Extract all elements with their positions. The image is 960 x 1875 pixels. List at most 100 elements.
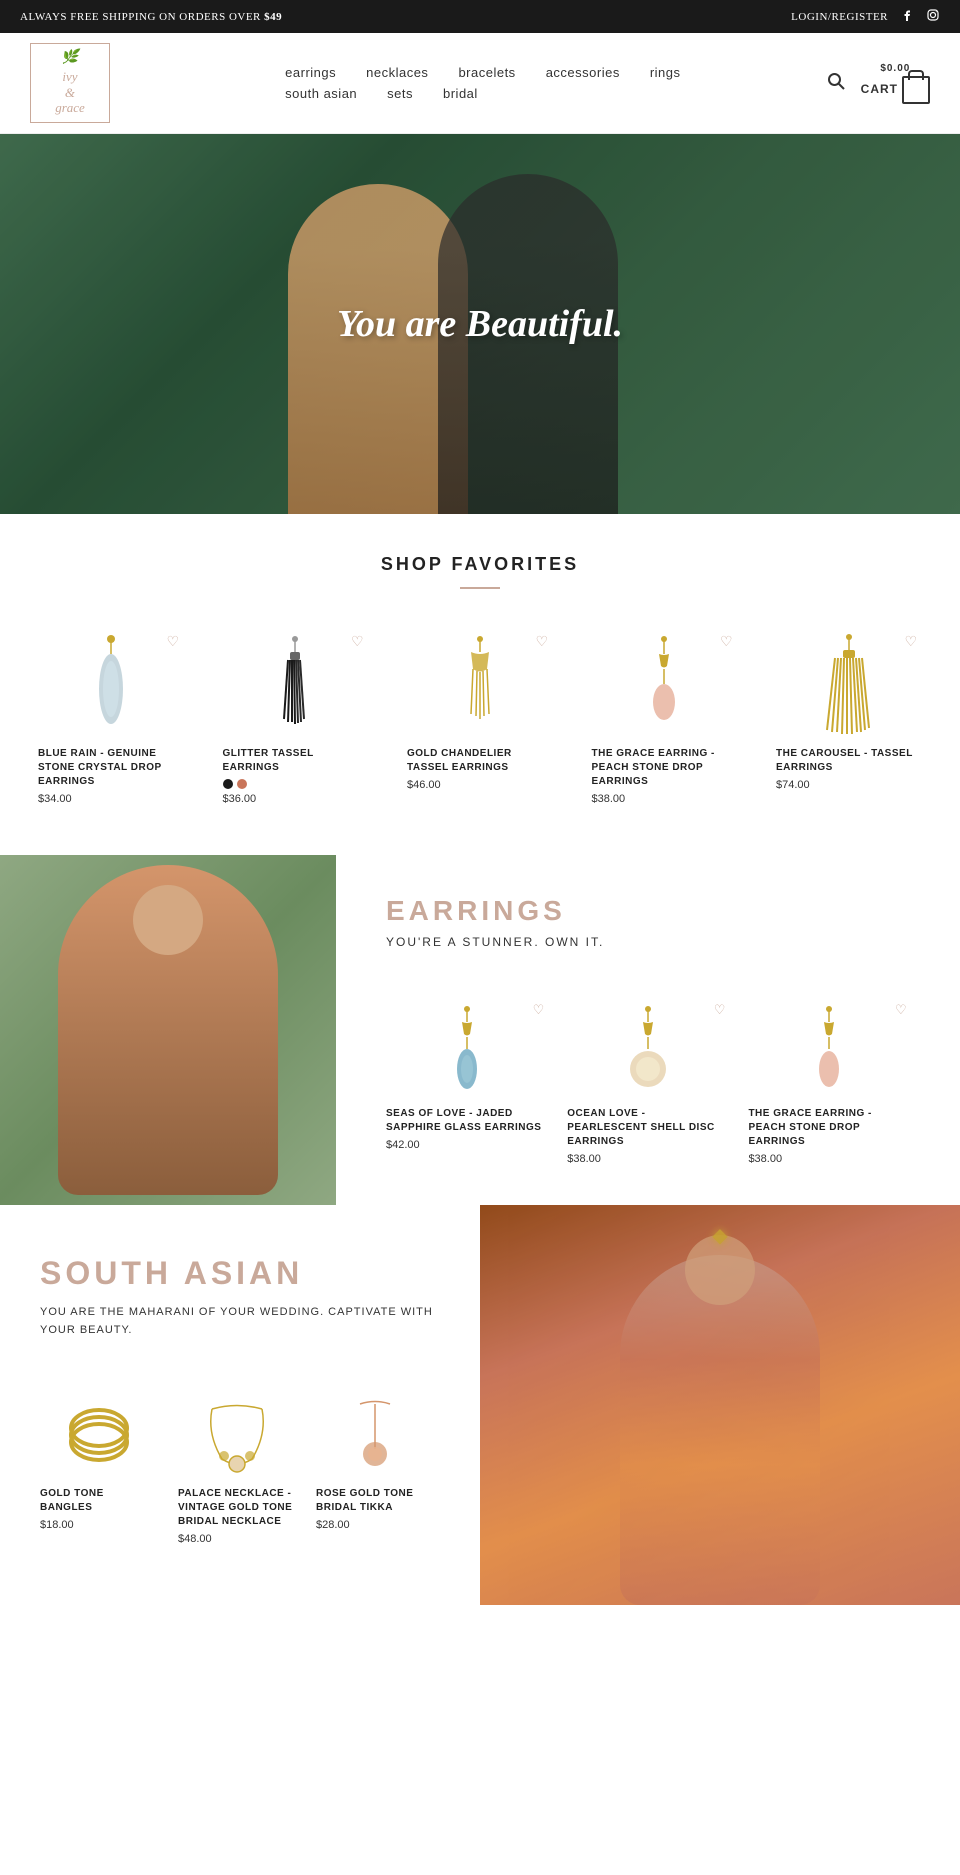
sa-product-name-bangles: GOLD TONE BANGLES (40, 1487, 158, 1515)
product-card-blue-rain[interactable]: ♡ BLUE RAIN - GENUINE STONE CRYSTAL DROP… (30, 619, 192, 815)
grace-earring-illustration-2 (804, 1004, 854, 1094)
logo-text: ivy & grace (55, 69, 85, 116)
logo[interactable]: 🌿 ivy & grace (30, 43, 110, 123)
cart-amount: $0.00 (880, 63, 910, 74)
wishlist-btn-3[interactable]: ♡ (535, 634, 548, 651)
swatch-black[interactable] (223, 779, 233, 789)
sa-product-necklace[interactable]: PALACE NECKLACE - VINTAGE GOLD TONE BRID… (178, 1389, 296, 1545)
wishlist-btn-1[interactable]: ♡ (166, 634, 179, 651)
south-asian-content: SOUTH ASIAN YOU ARE THE MAHARANI OF YOUR… (0, 1205, 480, 1605)
header: 🌿 ivy & grace earrings necklaces bracele… (0, 33, 960, 134)
nav-bracelets[interactable]: bracelets (458, 65, 515, 80)
earrings-promo-content: EARRINGS YOU'RE A STUNNER. OWN IT. ♡ SE (336, 855, 960, 1205)
product-swatches-2 (223, 779, 369, 789)
promo-product-seas-love[interactable]: ♡ SEAS OF LOVE - JADED SAPPHIRE GLASS EA… (386, 999, 547, 1165)
earrings-promo-products: ♡ SEAS OF LOVE - JADED SAPPHIRE GLASS EA… (386, 999, 920, 1165)
nav-row-1: earrings necklaces bracelets accessories… (285, 65, 680, 80)
tikka-illustration (340, 1394, 410, 1474)
promo-img-grace: ♡ (748, 999, 909, 1099)
promo-product-ocean-love[interactable]: ♡ OCEAN LOVE - PEARLESCENT SHELL DISC EA… (567, 999, 728, 1165)
south-asian-section: SOUTH ASIAN YOU ARE THE MAHARANI OF YOUR… (0, 1205, 960, 1605)
nav-rings[interactable]: rings (650, 65, 681, 80)
instagram-link[interactable] (926, 8, 940, 25)
promo-product-price-seas: $42.00 (386, 1139, 547, 1151)
sa-product-price-necklace: $48.00 (178, 1533, 296, 1545)
wishlist-btn-grace2[interactable]: ♡ (895, 1002, 907, 1018)
wishlist-btn-5[interactable]: ♡ (904, 634, 917, 651)
nav-bridal[interactable]: bridal (443, 86, 478, 101)
necklace-illustration (202, 1394, 272, 1474)
sa-product-price-bangles: $18.00 (40, 1519, 158, 1531)
promo-img-ocean: ♡ (567, 999, 728, 1099)
announcement-bar: ALWAYS FREE SHIPPING ON ORDERS OVER $49 … (0, 0, 960, 33)
main-nav: earrings necklaces bracelets accessories… (285, 65, 680, 101)
bride-photo: ◆ (480, 1205, 960, 1605)
product-card-grace-earring[interactable]: ♡ THE GRACE EARRING - PEACH STONE DROP E… (584, 619, 746, 815)
model-photo-earrings: ◆ (0, 855, 336, 1205)
sa-product-name-tikka: ROSE GOLD TONE BRIDAL TIKKA (316, 1487, 434, 1515)
logo-leaf: 🌿 (61, 50, 78, 67)
product-card-glitter-tassel[interactable]: ♡ GLITTER TASSEL EARRINGS $36.00 (215, 619, 377, 815)
seas-earring-illustration (442, 1004, 492, 1094)
earrings-category-title: EARRINGS (386, 895, 920, 927)
sa-product-price-tikka: $28.00 (316, 1519, 434, 1531)
social-links: LOGIN/REGISTER (791, 8, 940, 25)
product-card-carousel-tassel[interactable]: ♡ THE CAROUSEL - TASSEL EARRINGS $74.00 (768, 619, 930, 815)
promo-product-price-ocean: $38.00 (567, 1153, 728, 1165)
wishlist-btn-2[interactable]: ♡ (351, 634, 364, 651)
product-card-gold-chandelier[interactable]: ♡ GOLD CHANDELIER TASSEL EARRINGS $46.00 (399, 619, 561, 815)
section-divider (460, 587, 500, 589)
nav-south-asian[interactable]: south asian (285, 86, 357, 101)
nav-earrings[interactable]: earrings (285, 65, 336, 80)
cart-bag-icon (902, 76, 930, 104)
nav-necklaces[interactable]: necklaces (366, 65, 428, 80)
product-price-2: $36.00 (223, 793, 369, 805)
south-asian-products: GOLD TONE BANGLES $18.00 PALACE NECKLACE… (40, 1389, 440, 1545)
cart-label: CART (861, 82, 898, 96)
product-name-4: THE GRACE EARRING - PEACH STONE DROP EAR… (592, 747, 738, 789)
hero-tagline: You are Beautiful. (337, 302, 623, 346)
cart-button[interactable]: $0.00 CART (861, 63, 930, 104)
header-actions: $0.00 CART (826, 63, 930, 104)
sa-product-bangles[interactable]: GOLD TONE BANGLES $18.00 (40, 1389, 158, 1545)
earrings-tagline: YOU'RE A STUNNER. OWN IT. (386, 935, 920, 949)
product-image-gold-chandelier: ♡ (407, 629, 553, 739)
sa-product-tikka[interactable]: ROSE GOLD TONE BRIDAL TIKKA $28.00 (316, 1389, 434, 1545)
product-price-3: $46.00 (407, 779, 553, 791)
announcement-text: ALWAYS FREE SHIPPING ON ORDERS OVER $49 (20, 11, 282, 23)
earring-illustration-5 (817, 632, 882, 737)
promo-product-name-seas: SEAS OF LOVE - JADED SAPPHIRE GLASS EARR… (386, 1107, 547, 1135)
nav-row-2: south asian sets bridal (285, 86, 680, 101)
sa-img-bangles (40, 1389, 158, 1479)
facebook-link[interactable] (900, 8, 914, 25)
product-price-5: $74.00 (776, 779, 922, 791)
promo-product-grace[interactable]: ♡ THE GRACE EARRING - PEACH STONE DROP E… (748, 999, 909, 1165)
search-button[interactable] (826, 71, 846, 96)
product-name-5: THE CAROUSEL - TASSEL EARRINGS (776, 747, 922, 775)
product-name-2: GLITTER TASSEL EARRINGS (223, 747, 369, 775)
shop-favorites-heading: SHOP FAVORITES (20, 554, 940, 575)
product-name-1: BLUE RAIN - GENUINE STONE CRYSTAL DROP E… (38, 747, 184, 789)
swatch-rust[interactable] (237, 779, 247, 789)
sa-img-tikka (316, 1389, 434, 1479)
product-image-blue-rain: ♡ (38, 629, 184, 739)
earrings-promo-image: ◆ (0, 855, 336, 1205)
bangles-illustration (64, 1397, 134, 1472)
earrings-promo-section: ◆ EARRINGS YOU'RE A STUNNER. OWN IT. (0, 855, 960, 1205)
product-name-3: GOLD CHANDELIER TASSEL EARRINGS (407, 747, 553, 775)
promo-product-price-grace: $38.00 (748, 1153, 909, 1165)
nav-accessories[interactable]: accessories (546, 65, 620, 80)
product-image-carousel-tassel: ♡ (776, 629, 922, 739)
nav-sets[interactable]: sets (387, 86, 413, 101)
wishlist-btn-ocean[interactable]: ♡ (714, 1002, 726, 1018)
login-register-link[interactable]: LOGIN/REGISTER (791, 11, 888, 23)
promo-product-name-ocean: OCEAN LOVE - PEARLESCENT SHELL DISC EARR… (567, 1107, 728, 1149)
sa-img-necklace (178, 1389, 296, 1479)
earring-illustration-3 (453, 634, 508, 734)
promo-img-seas: ♡ (386, 999, 547, 1099)
earring-illustration-2 (268, 634, 323, 734)
favorites-product-grid: ♡ BLUE RAIN - GENUINE STONE CRYSTAL DROP… (20, 619, 940, 815)
wishlist-btn-4[interactable]: ♡ (720, 634, 733, 651)
wishlist-btn-seas[interactable]: ♡ (533, 1002, 545, 1018)
sa-product-name-necklace: PALACE NECKLACE - VINTAGE GOLD TONE BRID… (178, 1487, 296, 1529)
